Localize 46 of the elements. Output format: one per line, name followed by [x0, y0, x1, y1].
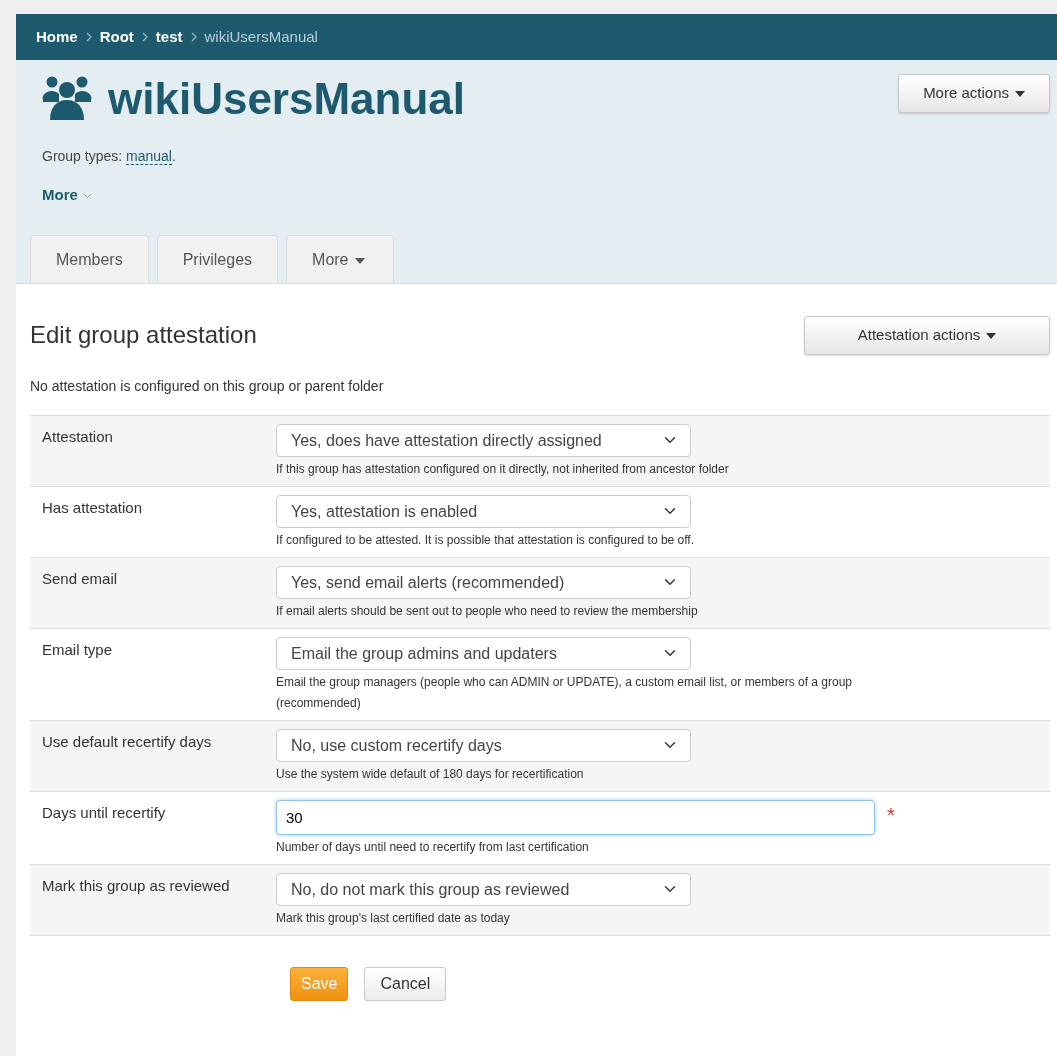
- field-label: Has attestation: [42, 497, 144, 518]
- dropdown-field[interactable]: Yes, does have attestation directly assigned: [276, 423, 691, 457]
- chevron-icon: [85, 32, 92, 42]
- tab[interactable]: Privileges: [156, 235, 279, 283]
- field-label: Days until recertify: [42, 802, 167, 823]
- help-text: Email the group managers (people who can ADMIN or UPDATE), a custom email list, or members of a group (recommended): [276, 673, 853, 712]
- dropdown-field[interactable]: Email the group admins and updaters: [276, 636, 691, 670]
- dropdown-field[interactable]: Yes, attestation is enabled: [276, 494, 691, 528]
- dropdown-field[interactable]: No, use custom recertify days: [276, 728, 691, 762]
- chevron-icon: [82, 193, 92, 200]
- help-text: If email alerts should be sent out to people who need to review the membership: [276, 602, 698, 620]
- more-actions-button[interactable]: More actions: [898, 74, 1050, 113]
- help-text: Mark this group's last certified date as today: [276, 909, 511, 927]
- users-icon: [42, 76, 92, 122]
- field-label: Send email: [42, 568, 119, 589]
- section-heading: Edit group attestation: [30, 320, 257, 350]
- required-asterisk: *: [887, 802, 895, 828]
- dropdown-field[interactable]: No, do not mark this group as reviewed: [276, 872, 691, 906]
- caret-icon: [354, 257, 365, 264]
- info-message: No attestation is configured on this group or parent folder: [30, 376, 385, 396]
- group-type-link[interactable]: manual: [126, 148, 172, 165]
- help-text: Use the system wide default of 180 days for recertification: [276, 765, 585, 783]
- page-title: wikiUsersManual: [108, 77, 466, 121]
- field-label: Use default recertify days: [42, 731, 213, 752]
- field-label: Attestation: [42, 426, 114, 447]
- tab[interactable]: More: [286, 235, 394, 283]
- field-label: Mark this group as reviewed: [42, 875, 231, 896]
- text-field[interactable]: 30: [276, 799, 875, 835]
- group-types-text: Group types: manual.: [42, 147, 177, 167]
- help-text: If this group has attestation configured on it directly, not inherited from ancestor folder: [276, 460, 729, 478]
- dropdown-field[interactable]: Yes, send email alerts (recommended): [276, 565, 691, 599]
- attestation-actions-button[interactable]: Attestation actions: [804, 316, 1050, 355]
- breadcrumb-current: wikiUsersManual: [204, 26, 318, 47]
- help-text: If configured to be attested. It is possible that attestation is configured to be off.: [276, 531, 695, 549]
- tab[interactable]: Members: [30, 235, 149, 283]
- breadcrumb-link[interactable]: Home: [36, 25, 78, 49]
- breadcrumb-link[interactable]: Root: [99, 25, 134, 49]
- caret-icon: [1015, 91, 1025, 98]
- cancel-button[interactable]: Cancel: [364, 966, 447, 1001]
- help-text: Number of days until need to recertify from last certification: [276, 838, 590, 856]
- caret-icon: [986, 333, 997, 340]
- more-toggle[interactable]: More: [42, 186, 92, 203]
- chevron-icon: [141, 32, 148, 42]
- breadcrumb-link[interactable]: test: [155, 25, 183, 49]
- chevron-icon: [190, 32, 197, 42]
- field-label: Email type: [42, 639, 114, 660]
